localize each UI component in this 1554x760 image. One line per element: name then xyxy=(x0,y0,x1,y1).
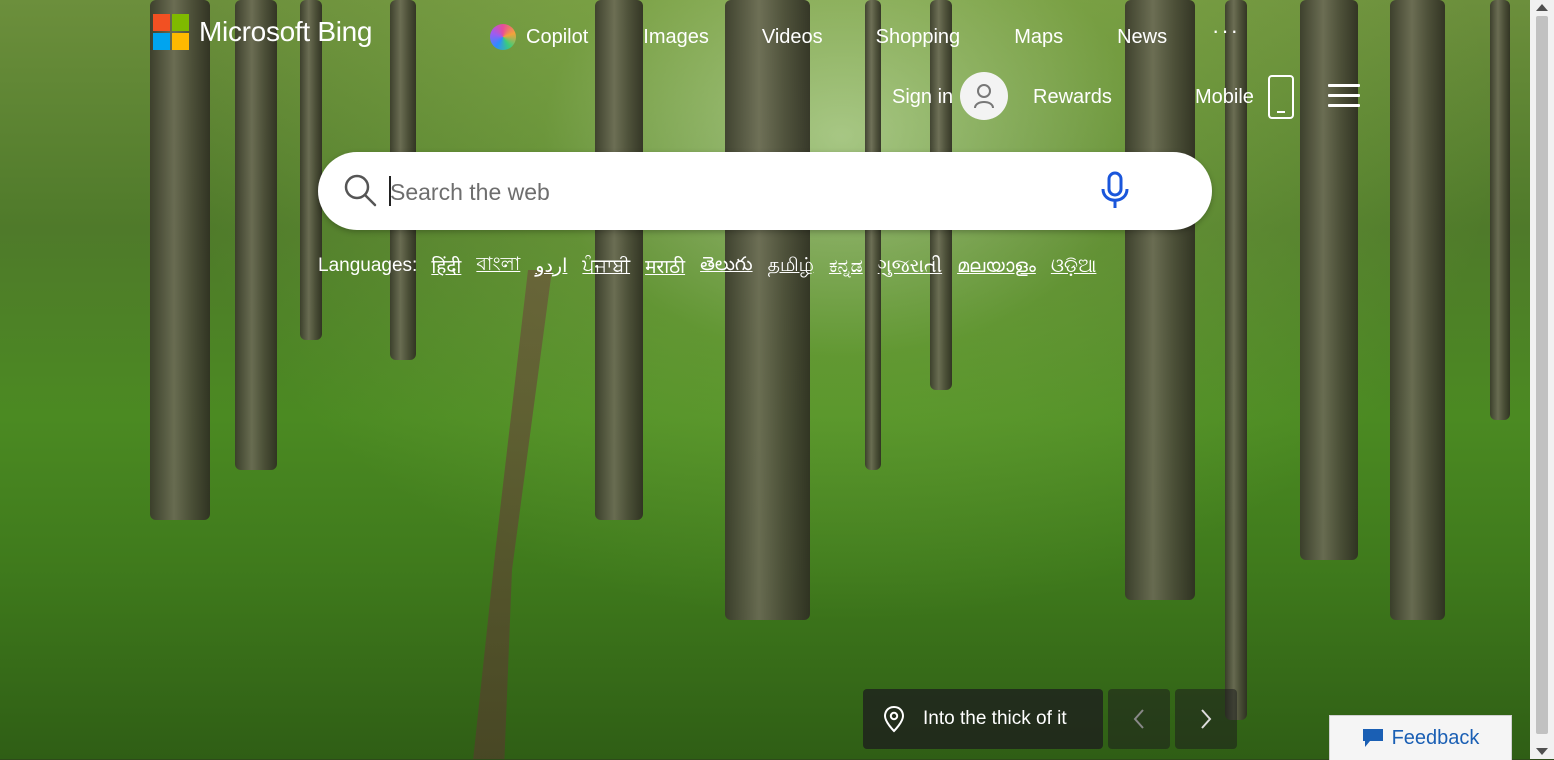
text-cursor xyxy=(389,176,391,206)
vertical-scrollbar[interactable] xyxy=(1530,0,1554,759)
language-link-punjabi[interactable]: ਪੰਜਾਬੀ xyxy=(582,255,630,277)
chevron-left-icon xyxy=(1133,709,1144,729)
bing-logo[interactable]: Microsoft Bing xyxy=(153,14,373,50)
nav-copilot[interactable]: Copilot xyxy=(490,24,588,50)
language-link-urdu[interactable]: اردو xyxy=(535,255,567,277)
nav-copilot-label: Copilot xyxy=(526,25,589,48)
scrollbar-thumb[interactable] xyxy=(1536,16,1548,734)
language-link-odia[interactable]: ଓଡ଼ିଆ xyxy=(1051,255,1097,277)
hamburger-line xyxy=(1328,94,1360,97)
brand-name: Microsoft Bing xyxy=(199,16,373,47)
search-icon[interactable] xyxy=(342,172,378,208)
language-link-telugu[interactable]: తెలుగు xyxy=(700,253,752,280)
microphone-icon[interactable] xyxy=(1098,170,1132,212)
copilot-icon xyxy=(490,24,516,50)
next-image-button[interactable] xyxy=(1175,689,1237,749)
logo-yellow-square xyxy=(172,33,189,50)
tree-trunk xyxy=(300,0,322,340)
nav-videos[interactable]: Videos xyxy=(762,26,823,49)
logo-green-square xyxy=(172,14,189,31)
chevron-right-icon xyxy=(1201,709,1212,729)
speech-bubble-icon xyxy=(1362,729,1383,747)
sign-in-link[interactable]: Sign in xyxy=(892,86,953,109)
user-icon xyxy=(974,84,994,109)
languages-label: Languages: xyxy=(318,255,418,276)
top-nav: Copilot Images Videos Shopping Maps News xyxy=(490,24,1167,50)
scroll-down-arrow[interactable] xyxy=(1536,748,1548,755)
language-link-gujarati[interactable]: ગુજરાતી xyxy=(878,255,942,277)
image-info-button[interactable]: Into the thick of it xyxy=(863,689,1103,749)
language-link-marathi[interactable]: मराठी xyxy=(645,253,685,279)
image-caption: Into the thick of it xyxy=(923,708,1067,729)
mobile-link[interactable]: Mobile xyxy=(1195,86,1254,109)
search-input[interactable] xyxy=(388,170,1092,214)
language-link-tamil[interactable]: தமிழ் xyxy=(768,254,814,279)
rewards-link[interactable]: Rewards xyxy=(1033,86,1112,109)
logo-blue-square xyxy=(153,33,170,50)
nav-shopping[interactable]: Shopping xyxy=(876,26,961,49)
hamburger-line xyxy=(1328,84,1360,87)
logo-red-square xyxy=(153,14,170,31)
feedback-button[interactable]: Feedback xyxy=(1329,715,1512,760)
language-link-kannada[interactable]: ಕನ್ನಡ xyxy=(829,255,863,277)
nav-maps[interactable]: Maps xyxy=(1014,26,1063,49)
location-pin-icon xyxy=(883,705,905,733)
feedback-label: Feedback xyxy=(1391,726,1480,749)
forest-path xyxy=(472,270,552,759)
scroll-up-arrow[interactable] xyxy=(1536,4,1548,11)
mobile-phone-icon[interactable] xyxy=(1268,75,1294,119)
nav-images[interactable]: Images xyxy=(643,26,709,49)
nav-news[interactable]: News xyxy=(1117,26,1167,49)
account-bar: Sign in Rewards Mobile xyxy=(0,70,1530,122)
tree-trunk xyxy=(1490,0,1510,420)
language-link-hindi[interactable]: हिंदी xyxy=(431,253,461,279)
hamburger-line xyxy=(1328,104,1360,107)
search-box xyxy=(318,152,1212,230)
language-links: Languages: हिंदी বাংলা اردو ਪੰਜਾਬੀ मराठी… xyxy=(318,250,1111,282)
language-link-malayalam[interactable]: മലയാളം xyxy=(957,255,1036,277)
language-link-bangla[interactable]: বাংলা xyxy=(476,250,520,282)
hamburger-menu-icon[interactable] xyxy=(1328,84,1360,108)
microsoft-logo-icon xyxy=(153,14,189,50)
previous-image-button[interactable] xyxy=(1108,689,1170,749)
more-menu-button[interactable]: ··· xyxy=(1212,18,1240,44)
avatar[interactable] xyxy=(960,72,1008,120)
